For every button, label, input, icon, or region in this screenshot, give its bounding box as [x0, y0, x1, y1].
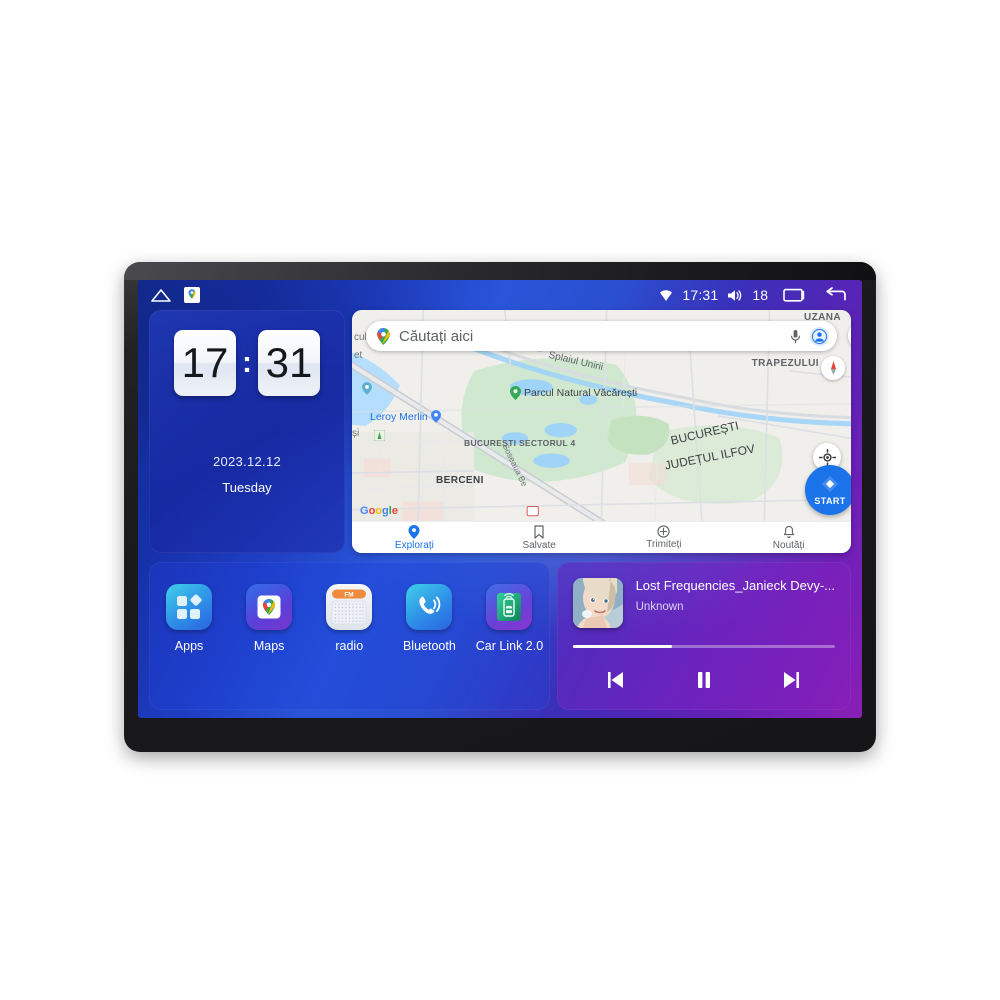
map-poi-label: Leroy Merlin [370, 410, 428, 423]
bottom-row: Apps Maps FM radio Bluetooth Car Link 2.… [138, 553, 862, 710]
map-label-berceni: BERCENI [436, 475, 484, 486]
skip-previous-icon [608, 672, 624, 688]
clock-colon: : [242, 346, 252, 379]
microphone-icon[interactable] [789, 329, 802, 344]
map-poi-store-icon[interactable] [373, 428, 386, 446]
album-art [572, 578, 623, 628]
skip-next-icon [784, 672, 800, 688]
map-poi-parcul-natural-vacaresti[interactable]: Parcul Natural Văcărești [510, 386, 637, 400]
app-dock: Apps Maps FM radio Bluetooth Car Link 2.… [149, 562, 550, 710]
map-label-bucuresti-sectorul-4: BUCUREȘTI SECTORUL 4 [464, 438, 576, 448]
car-link-icon [486, 584, 533, 630]
map-pin-generic-icon[interactable] [362, 382, 372, 400]
app-apps[interactable]: Apps [154, 584, 224, 653]
map-nav-label: Salvate [522, 539, 556, 551]
play-pause-button[interactable] [687, 665, 721, 695]
map-nav-contribute[interactable]: Trimiteți [602, 525, 727, 550]
fm-badge-text: FM [345, 591, 354, 598]
wifi-icon [659, 289, 673, 302]
apps-grid-icon [166, 584, 213, 630]
navigation-arrow-icon [821, 475, 839, 493]
app-label: Maps [253, 639, 285, 653]
track-artist: Unknown [635, 600, 684, 613]
music-player-widget[interactable]: Lost Frequencies_Janieck Devy-... Unknow… [556, 562, 851, 710]
app-label: radio [335, 639, 364, 653]
playback-progress-fill [572, 645, 673, 648]
map-nav-explore[interactable]: Explorați [352, 524, 477, 551]
map-nav-label: Trimiteți [646, 539, 682, 550]
car-head-unit-device: 17:31 18 17: 31 2023.12.12 Tuesday cul … [124, 262, 876, 752]
app-label: Apps [174, 639, 204, 653]
playback-progress-bar[interactable] [572, 645, 835, 648]
google-watermark: Google [360, 505, 398, 517]
google-maps-icon[interactable] [184, 287, 200, 303]
clock-minutes: 31 [258, 330, 320, 396]
phone-call-icon [406, 584, 453, 630]
map-nav-updates[interactable]: Noutăți [726, 525, 851, 551]
location-pin-icon [408, 524, 420, 539]
map-nav-label: Noutăți [772, 539, 805, 551]
map-label-trapezului: TRAPEZULUI [751, 358, 819, 369]
volume-icon[interactable] [727, 289, 743, 302]
map-poi-label: Parcul Natural Văcărești [524, 387, 638, 399]
back-icon[interactable] [824, 287, 848, 303]
account-avatar-icon[interactable] [810, 326, 829, 346]
home-icon[interactable] [150, 287, 172, 303]
start-button-label: START [814, 496, 846, 506]
clock-hours: 17 [174, 330, 236, 396]
contribute-icon [657, 525, 671, 538]
map-label-et: et [354, 350, 363, 361]
pause-icon [697, 672, 710, 688]
google-maps-pin-icon [376, 327, 391, 345]
status-time: 17:31 [682, 287, 719, 303]
app-label: Bluetooth [402, 639, 456, 653]
app-label: Car Link 2.0 [475, 639, 544, 653]
app-radio[interactable]: FM radio [314, 584, 384, 653]
clock-date: 2023.12.12 [212, 454, 282, 469]
fm-radio-icon: FM [326, 584, 373, 630]
map-poi-leroy-merlin[interactable]: Leroy Merlin [370, 410, 441, 423]
bookmark-icon [534, 524, 544, 539]
next-button[interactable] [774, 665, 808, 695]
map-bottom-nav: Explorați Salvate Trimiteți Noutăți [352, 521, 851, 553]
recents-icon[interactable] [783, 287, 805, 303]
previous-button[interactable] [599, 665, 633, 695]
flip-clock: 17 : 31 [174, 330, 320, 396]
status-bar: 17:31 18 [138, 280, 862, 310]
top-widget-row: 17 : 31 2023.12.12 Tuesday cul et și UZA… [138, 310, 862, 553]
screen: 17:31 18 17: 31 2023.12.12 Tuesday cul … [138, 280, 862, 718]
clock-weekday: Tuesday [222, 480, 272, 495]
map-nav-label: Explorați [394, 539, 434, 551]
app-car-link[interactable]: Car Link 2.0 [474, 584, 544, 653]
compass-icon[interactable] [821, 356, 845, 380]
map-search-bar[interactable]: Căutați aici [366, 321, 851, 351]
app-maps[interactable]: Maps [234, 584, 304, 653]
volume-value: 18 [752, 287, 768, 303]
start-navigation-button[interactable]: START [805, 465, 851, 515]
map-widget[interactable]: cul et și UZANA TRAPEZULUI Unirii Splaiu… [352, 310, 851, 553]
clock-widget[interactable]: 17 : 31 2023.12.12 Tuesday [149, 310, 345, 553]
track-title: Lost Frequencies_Janieck Devy-... [635, 578, 835, 593]
map-search-placeholder: Căutați aici [399, 327, 474, 345]
app-bluetooth[interactable]: Bluetooth [394, 584, 464, 653]
bell-icon [783, 525, 794, 538]
map-nav-saved[interactable]: Salvate [477, 524, 602, 551]
playback-controls [573, 665, 835, 695]
google-maps-icon [246, 584, 293, 630]
map-label-si: și [352, 428, 360, 439]
map-label-cul: cul [354, 332, 367, 343]
